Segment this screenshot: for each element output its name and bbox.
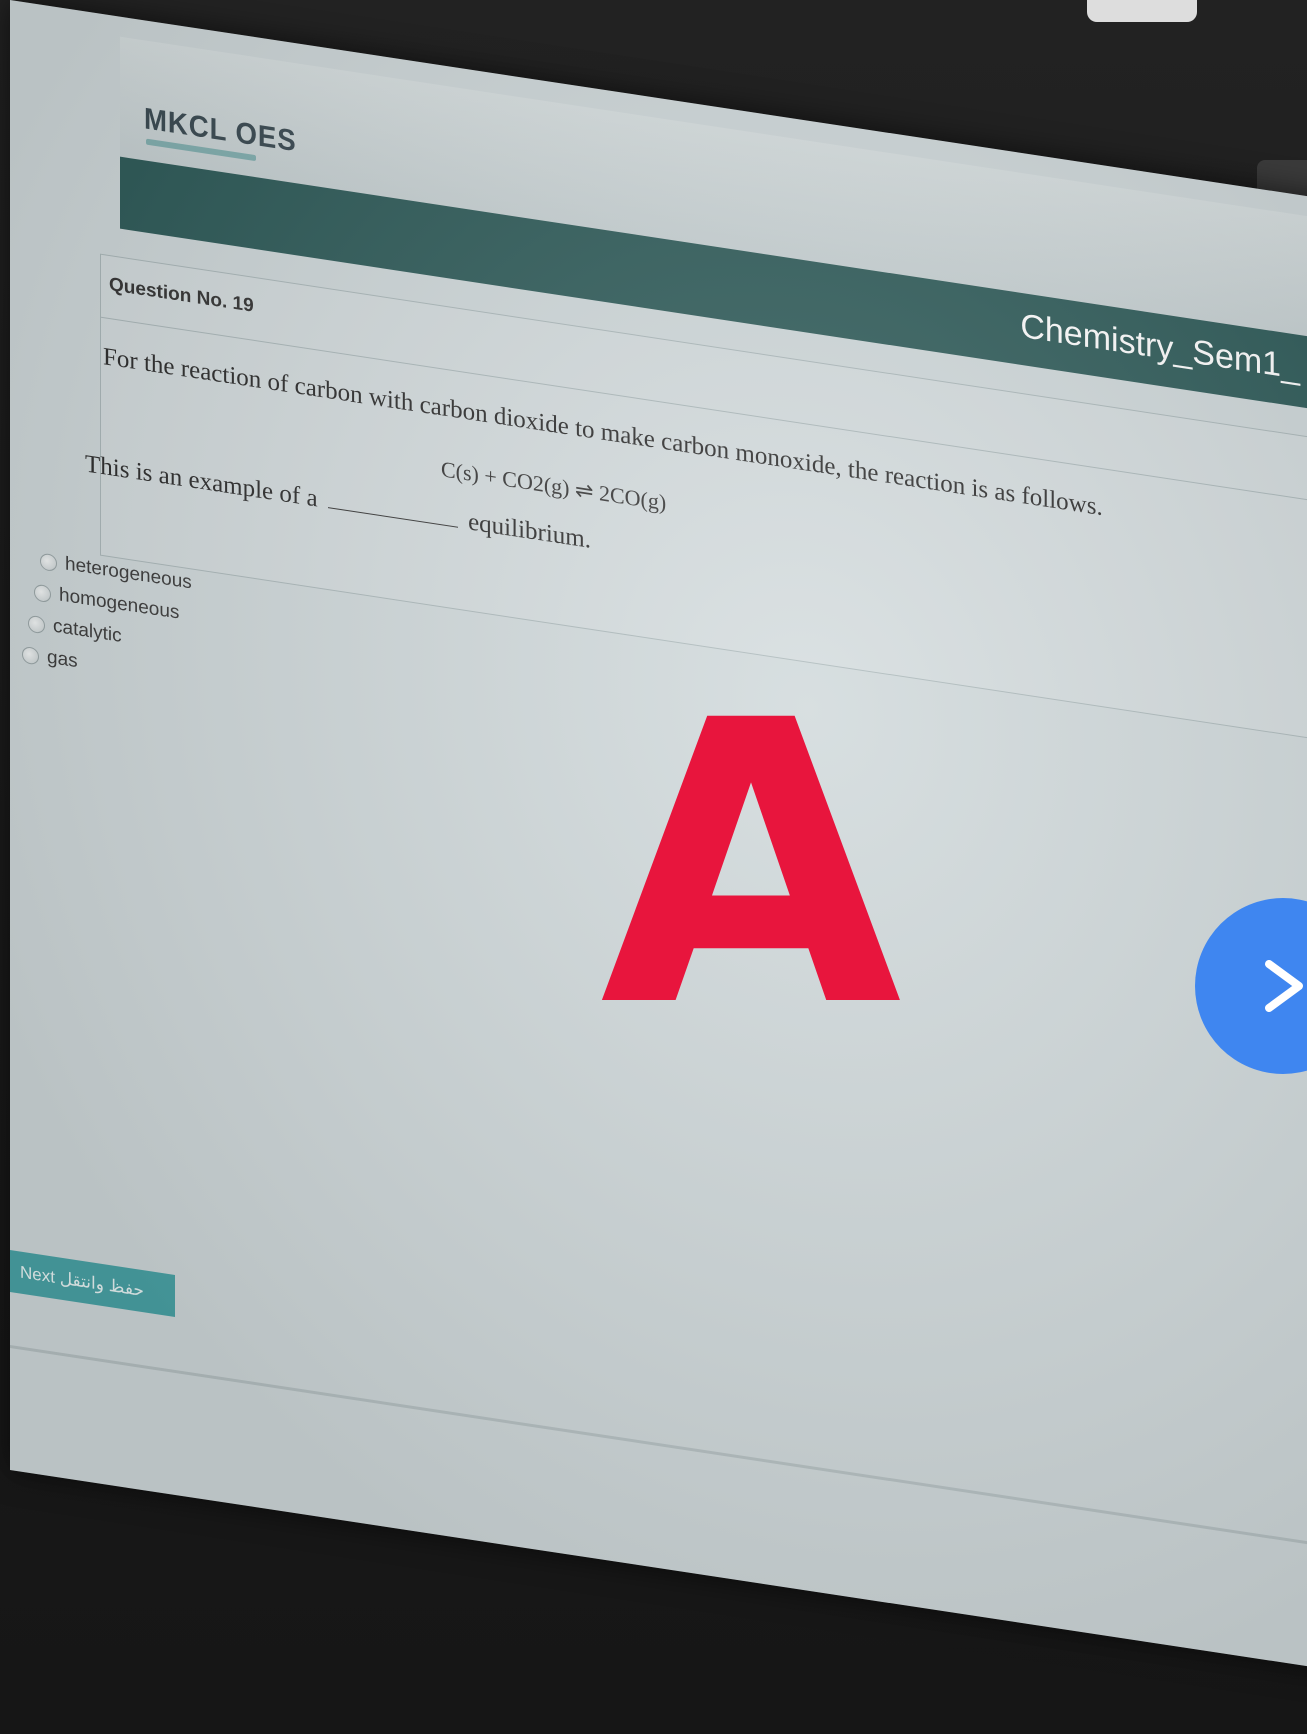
footer-divider — [10, 1345, 1307, 1551]
photo-frame: MKCL OES Chemistry_Sem1_ Question No. 19… — [0, 0, 1307, 1734]
chevron-right-icon — [1265, 960, 1303, 1012]
option-label: catalytic — [53, 615, 122, 647]
answer-blank — [327, 507, 458, 528]
answer-options: heterogeneous homogeneous catalytic gas — [22, 545, 192, 696]
reaction-equation: C(s) + CO2(g) ⇌ 2CO(g) — [441, 456, 667, 516]
stem-suffix: equilibrium. — [468, 508, 591, 554]
radio-button[interactable] — [28, 614, 45, 634]
radio-button[interactable] — [34, 583, 51, 603]
radio-button[interactable] — [40, 552, 57, 572]
window-glare — [1087, 0, 1197, 22]
option-label: gas — [47, 646, 78, 673]
question-stem: This is an example of a equilibrium. — [85, 450, 591, 555]
stem-prefix: This is an example of a — [85, 450, 318, 513]
radio-button[interactable] — [22, 645, 39, 665]
answer-letter-overlay: A — [600, 638, 902, 1092]
next-button[interactable]: Next حفظ وانتقل — [10, 1250, 175, 1317]
question-number: Question No. 19 — [109, 273, 254, 317]
